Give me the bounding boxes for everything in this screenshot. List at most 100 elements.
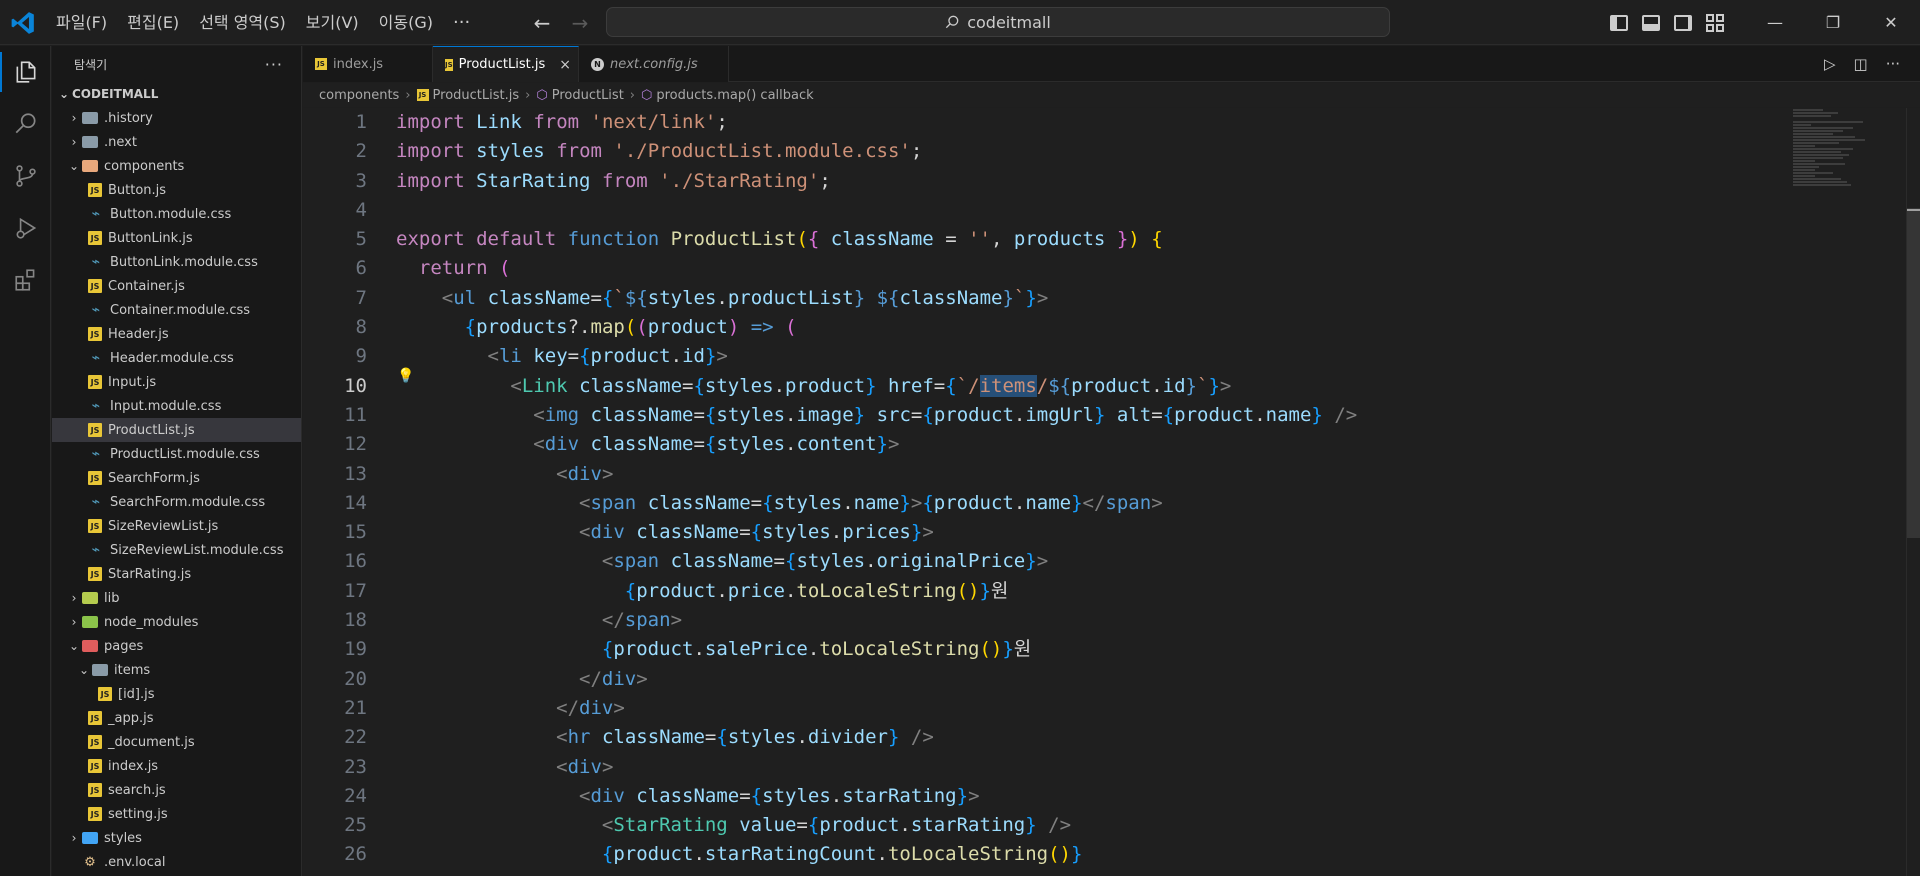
toggle-primary-sidebar-icon[interactable]	[1610, 14, 1628, 31]
code-content[interactable]: import Link from 'next/link'; import sty…	[396, 108, 1357, 870]
tree-item-label: Input.js	[108, 374, 157, 390]
activity-search[interactable]	[0, 98, 51, 150]
tree-folder[interactable]: › .next	[52, 130, 301, 154]
close-tab-icon[interactable]: ×	[559, 57, 571, 73]
minimap-line	[1793, 157, 1843, 159]
js-file-icon: JS	[88, 783, 102, 797]
tree-file[interactable]: JS ProductList.js	[52, 418, 301, 442]
breadcrumb-folder[interactable]: components	[319, 88, 399, 103]
tree-file[interactable]: JS StarRating.js	[52, 562, 301, 586]
forward-arrow-icon[interactable]: →	[568, 11, 592, 35]
tree-file[interactable]: JS Container.js	[52, 274, 301, 298]
split-editor-icon[interactable]: ◫	[1854, 55, 1868, 73]
activity-explorer[interactable]	[0, 46, 51, 98]
tree-file[interactable]: JS index.js	[52, 754, 301, 778]
tree-file[interactable]: ⌁ Header.module.css	[52, 346, 301, 370]
code-line: <div className={styles.content}>	[533, 433, 900, 456]
tree-file[interactable]: JS Header.js	[52, 322, 301, 346]
tree-file[interactable]: ⌁ SizeReviewList.module.css	[52, 538, 301, 562]
tree-file[interactable]: JS setting.js	[52, 802, 301, 826]
tree-file[interactable]: JS SizeReviewList.js	[52, 514, 301, 538]
folder-icon	[82, 112, 98, 124]
menu-bar: 파일(F) 편집(E) 선택 영역(S) 보기(V) 이동(G) ···	[46, 0, 480, 45]
tab-next-config-js[interactable]: N next.config.js	[579, 46, 729, 82]
tree-file[interactable]: ⌁ ButtonLink.module.css	[52, 250, 301, 274]
tree-folder[interactable]: › styles	[52, 826, 301, 850]
env-file-icon: ⚙	[84, 854, 96, 870]
breadcrumb-file[interactable]: ProductList.js	[433, 88, 520, 103]
minimap-line	[1793, 181, 1847, 183]
tree-file[interactable]: JS _app.js	[52, 706, 301, 730]
js-file-icon: JS	[88, 231, 102, 245]
tree-folder[interactable]: ⌄ pages	[52, 634, 301, 658]
tree-file[interactable]: JS SearchForm.js	[52, 466, 301, 490]
tab-label: index.js	[333, 56, 384, 72]
run-icon[interactable]: ▷	[1824, 55, 1836, 73]
vertical-scrollbar[interactable]	[1906, 108, 1920, 876]
minimap-line	[1793, 148, 1853, 150]
extensions-icon	[14, 269, 34, 291]
scrollbar-thumb[interactable]	[1907, 208, 1920, 538]
line-number: 19	[344, 638, 367, 661]
tree-folder[interactable]: ⌄ items	[52, 658, 301, 682]
breadcrumb-callback[interactable]: products.map() callback	[656, 88, 813, 103]
activity-extensions[interactable]	[0, 254, 51, 306]
menu-edit[interactable]: 편집(E)	[117, 8, 189, 38]
tree-item-label: Input.module.css	[110, 398, 222, 414]
tree-file[interactable]: JS [id].js	[52, 682, 301, 706]
menu-selection[interactable]: 선택 영역(S)	[189, 8, 296, 38]
tree-file[interactable]: ⌁ Input.module.css	[52, 394, 301, 418]
activity-source-control[interactable]	[0, 150, 51, 202]
maximize-button[interactable]: ❐	[1804, 0, 1862, 45]
tab-index-js[interactable]: JS index.js	[303, 46, 433, 82]
customize-layout-icon[interactable]	[1706, 13, 1724, 32]
tree-file[interactable]: ⚙ .env.local	[52, 850, 301, 874]
tree-item-label: Header.module.css	[110, 350, 234, 366]
title-bar: 파일(F) 편집(E) 선택 영역(S) 보기(V) 이동(G) ··· ← →…	[0, 0, 1920, 45]
workspace-root[interactable]: ⌄ CODEITMALL	[52, 82, 301, 106]
menu-more-icon[interactable]: ···	[443, 12, 480, 33]
toggle-secondary-sidebar-icon[interactable]	[1674, 14, 1692, 31]
command-center-search[interactable]: codeitmall	[606, 7, 1390, 37]
line-number: 9	[355, 345, 367, 368]
tree-folder[interactable]: ⌄ components	[52, 154, 301, 178]
tree-file[interactable]: JS ButtonLink.js	[52, 226, 301, 250]
tab-productlist-js[interactable]: JS ProductList.js ×	[433, 46, 579, 82]
more-actions-icon[interactable]: ···	[265, 55, 283, 74]
code-line: <StarRating value={product.starRating} /…	[601, 814, 1072, 837]
minimap-line	[1793, 121, 1863, 123]
back-arrow-icon[interactable]: ←	[530, 11, 554, 35]
breadcrumb-symbol[interactable]: ProductList	[552, 88, 624, 103]
tab-label: ProductList.js	[458, 57, 546, 72]
tree-file[interactable]: ⌁ Button.module.css	[52, 202, 301, 226]
line-number: 10	[344, 374, 367, 397]
minimize-button[interactable]: —	[1746, 0, 1804, 45]
more-actions-icon[interactable]: ···	[1886, 55, 1900, 73]
tree-file[interactable]: JS _document.js	[52, 730, 301, 754]
minimap[interactable]	[1793, 108, 1893, 188]
line-number: 8	[355, 316, 367, 339]
tree-folder[interactable]: › .history	[52, 106, 301, 130]
activity-run-debug[interactable]	[0, 202, 51, 254]
tree-file[interactable]: ⌁ ProductList.module.css	[52, 442, 301, 466]
sidebar-title: 탐색기	[74, 57, 108, 72]
minimap-line	[1793, 130, 1843, 132]
menu-view[interactable]: 보기(V)	[296, 8, 369, 38]
tree-file[interactable]: JS Input.js	[52, 370, 301, 394]
toggle-panel-icon[interactable]	[1642, 14, 1660, 31]
tree-folder[interactable]: › node_modules	[52, 610, 301, 634]
tree-file[interactable]: JS search.js	[52, 778, 301, 802]
close-button[interactable]: ✕	[1862, 0, 1920, 45]
tree-file[interactable]: JS Button.js	[52, 178, 301, 202]
folder-icon	[82, 136, 98, 148]
menu-go[interactable]: 이동(G)	[369, 8, 443, 38]
line-number: 1	[355, 111, 367, 133]
tree-item-label: _app.js	[108, 710, 154, 726]
tree-file[interactable]: ⌁ SearchForm.module.css	[52, 490, 301, 514]
tree-folder[interactable]: › lib	[52, 586, 301, 610]
tree-file[interactable]: ⌁ Container.module.css	[52, 298, 301, 322]
js-file-icon: JS	[445, 58, 453, 71]
code-editor[interactable]: 1 2 3 4 5 6 7 8 9 10 11 12 13 14 15 16 17 18 19 20 21 22 23 24 2…	[303, 108, 1920, 876]
tree-item-label: Button.js	[108, 182, 167, 198]
menu-file[interactable]: 파일(F)	[46, 8, 117, 38]
